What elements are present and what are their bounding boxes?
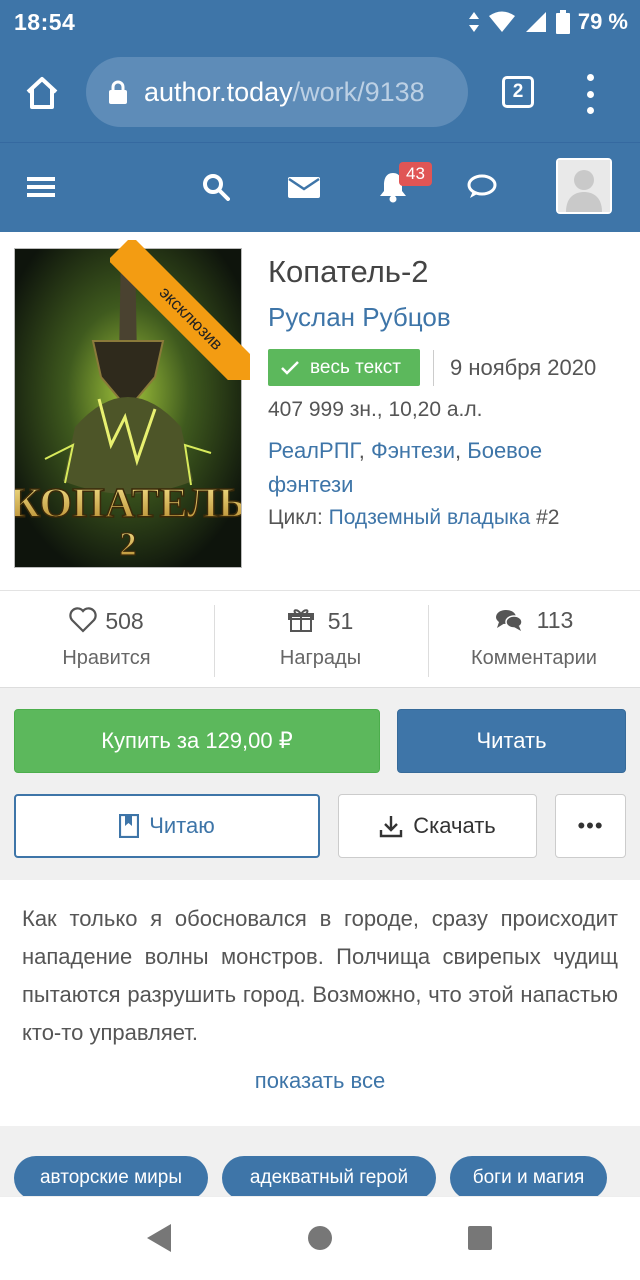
user-avatar-icon bbox=[558, 160, 610, 212]
tag-chip[interactable]: адекватный герой bbox=[222, 1156, 436, 1196]
heart-icon bbox=[69, 607, 97, 633]
cycle-label: Цикл: bbox=[268, 506, 323, 529]
address-bar[interactable]: author.today/work/9138 bbox=[86, 57, 468, 127]
clock: 18:54 bbox=[14, 8, 76, 35]
awards-count: 51 bbox=[327, 608, 354, 634]
cover-number-text: 2 bbox=[120, 526, 137, 563]
tag-list: авторские миры адекватный герой боги и м… bbox=[0, 1126, 640, 1196]
lock-icon bbox=[109, 80, 127, 104]
status-icons: 79 % bbox=[468, 9, 628, 35]
battery-level: 79 % bbox=[577, 9, 628, 34]
reading-button[interactable]: Читаю bbox=[14, 794, 320, 858]
tag-chip[interactable]: авторские миры bbox=[14, 1156, 208, 1196]
likes-stat[interactable]: 508 Нравится bbox=[0, 591, 213, 687]
search-button[interactable] bbox=[200, 165, 232, 209]
system-navigation-bar bbox=[0, 1196, 640, 1280]
chat-button[interactable] bbox=[464, 165, 500, 209]
wifi-icon bbox=[488, 11, 515, 32]
show-all-link[interactable]: показать все bbox=[0, 1068, 640, 1094]
download-icon bbox=[380, 816, 403, 838]
notifications-count-badge: 43 bbox=[399, 162, 432, 186]
reading-label: Читаю bbox=[149, 813, 215, 838]
status-badge: весь текст bbox=[268, 349, 420, 386]
battery-icon bbox=[555, 10, 570, 34]
likes-count: 508 bbox=[105, 608, 144, 634]
url-path: /work/9138 bbox=[292, 76, 425, 107]
checkmark-icon bbox=[281, 360, 299, 375]
cover-title-text: КОПАТЕЛЬ bbox=[15, 481, 241, 527]
chat-bubble-icon bbox=[467, 174, 497, 198]
comments-icon bbox=[495, 610, 523, 631]
back-icon[interactable] bbox=[145, 1223, 173, 1253]
home-circle-icon[interactable] bbox=[307, 1225, 333, 1251]
mail-button[interactable] bbox=[286, 165, 322, 209]
comments-count: 113 bbox=[536, 607, 574, 633]
hamburger-icon bbox=[27, 177, 55, 197]
read-button[interactable]: Читать bbox=[397, 709, 626, 773]
buy-button[interactable]: Купить за 129,00 ₽ bbox=[14, 709, 380, 773]
url-host: author.today bbox=[144, 76, 293, 107]
bookmark-icon bbox=[119, 814, 140, 838]
download-label: Скачать bbox=[413, 813, 496, 838]
book-stats: 508 Нравится 51 Награды 113 Комментарии bbox=[0, 590, 640, 688]
cycle-number: #2 bbox=[536, 506, 560, 529]
exclusive-ribbon: эксклюзив bbox=[110, 240, 250, 380]
divider bbox=[433, 350, 434, 386]
home-icon bbox=[26, 77, 58, 109]
data-transfer-icon bbox=[468, 12, 479, 32]
comments-stat[interactable]: 113 Комментарии bbox=[428, 591, 640, 687]
home-button[interactable] bbox=[0, 44, 84, 142]
exclusive-ribbon-label: эксклюзив bbox=[110, 240, 250, 380]
genre-list: РеалРПГ, Фэнтези, Боевое фэнтези bbox=[268, 438, 543, 497]
status-label: весь текст bbox=[310, 356, 401, 378]
comments-label: Комментарии bbox=[471, 647, 597, 669]
signal-icon bbox=[525, 12, 546, 32]
genre-link[interactable]: Фэнтези bbox=[371, 438, 455, 463]
awards-label: Награды bbox=[279, 647, 362, 669]
publish-date: 9 ноября 2020 bbox=[450, 355, 597, 380]
recent-apps-icon[interactable] bbox=[467, 1225, 493, 1251]
download-button[interactable]: Скачать bbox=[338, 794, 537, 858]
book-info: КОПАТЕЛЬ 2 эксклюзив Копатель-2 Руслан Р… bbox=[0, 232, 640, 590]
search-icon bbox=[203, 174, 230, 201]
envelope-icon bbox=[288, 177, 320, 198]
tag-chip[interactable]: боги и магия bbox=[450, 1156, 607, 1196]
book-title: Копатель-2 bbox=[268, 254, 429, 289]
cycle-link[interactable]: Подземный владыка bbox=[329, 506, 531, 529]
tab-switcher-button[interactable]: 2 bbox=[502, 76, 534, 108]
avatar[interactable] bbox=[556, 158, 612, 214]
genre-link[interactable]: РеалРПГ bbox=[268, 438, 359, 463]
actions-panel: Купить за 129,00 ₽ Читать Читаю Скачать … bbox=[0, 688, 640, 880]
more-options-button[interactable]: ••• bbox=[555, 794, 626, 858]
likes-label: Нравится bbox=[62, 647, 151, 669]
status-bar: 18:54 79 % bbox=[0, 0, 640, 44]
hamburger-menu-button[interactable] bbox=[26, 165, 56, 209]
cycle-info: Цикл: Подземный владыка #2 bbox=[268, 506, 559, 530]
annotation-section: Как только я обосновался в городе, сразу… bbox=[0, 880, 640, 1126]
browser-toolbar: author.today/work/9138 2 bbox=[0, 44, 640, 142]
awards-stat[interactable]: 51 Награды bbox=[214, 591, 427, 687]
gift-icon bbox=[287, 609, 314, 632]
site-header: 43 bbox=[0, 142, 640, 232]
browser-menu-button[interactable] bbox=[580, 74, 600, 114]
author-link[interactable]: Руслан Рубцов bbox=[268, 302, 451, 333]
annotation-text: Как только я обосновался в городе, сразу… bbox=[22, 906, 618, 1045]
book-size: 407 999 зн., 10,20 а.л. bbox=[268, 398, 483, 421]
